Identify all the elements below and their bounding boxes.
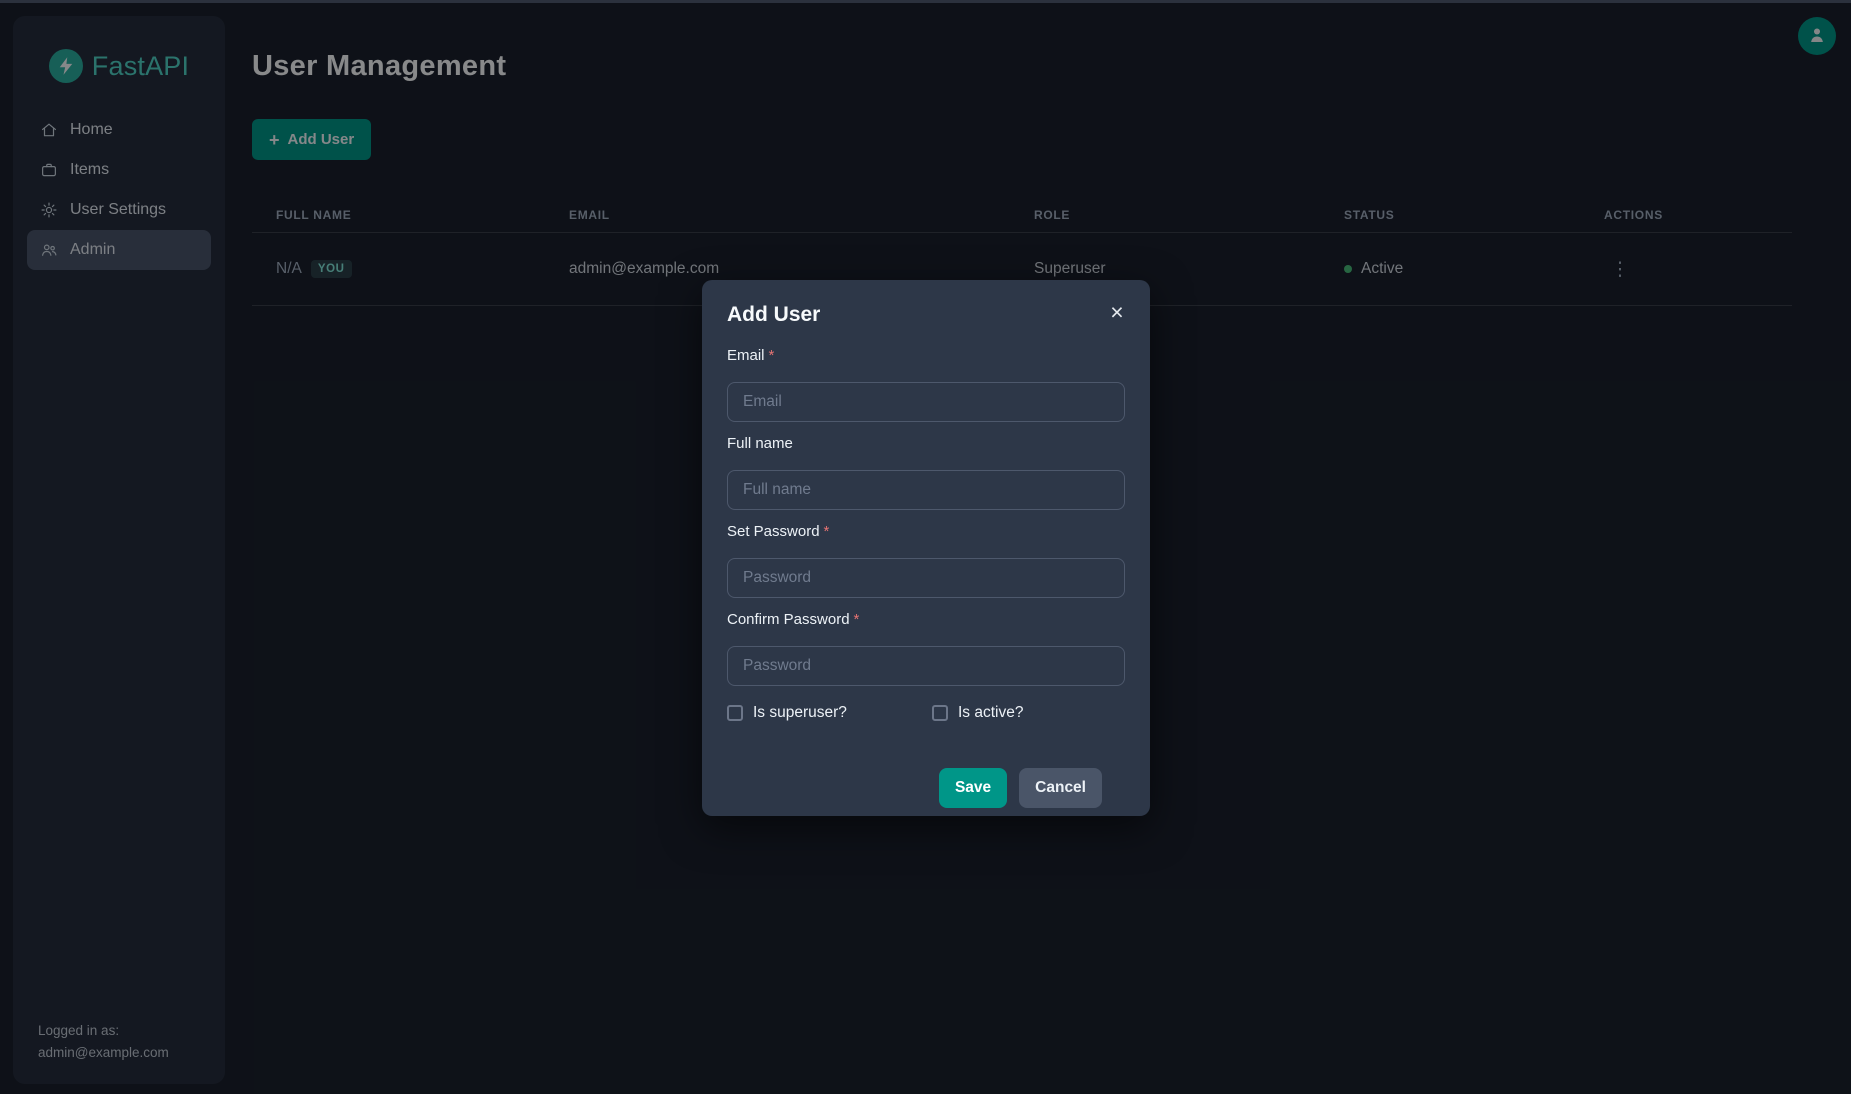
required-marker: * bbox=[824, 523, 830, 540]
required-marker: * bbox=[854, 611, 860, 628]
modal-title: Add User bbox=[727, 302, 1125, 328]
email-label-text: Email bbox=[727, 347, 765, 364]
checkbox-icon bbox=[727, 705, 743, 721]
set-password-label-text: Set Password bbox=[727, 523, 820, 540]
close-icon[interactable]: × bbox=[1101, 296, 1133, 328]
confirm-password-label-text: Confirm Password bbox=[727, 611, 850, 628]
cancel-button[interactable]: Cancel bbox=[1019, 768, 1102, 808]
checkbox-icon bbox=[932, 705, 948, 721]
confirm-password-field-label: Confirm Password* bbox=[727, 610, 1125, 630]
modal-footer: Save Cancel bbox=[727, 768, 1102, 808]
is-superuser-checkbox[interactable]: Is superuser? bbox=[727, 704, 932, 722]
required-marker: * bbox=[769, 347, 775, 364]
set-password-field[interactable] bbox=[727, 558, 1125, 598]
add-user-modal: Add User × Email* Full name Set Password… bbox=[702, 280, 1150, 816]
full-name-field[interactable] bbox=[727, 470, 1125, 510]
save-button[interactable]: Save bbox=[939, 768, 1007, 808]
confirm-password-field[interactable] bbox=[727, 646, 1125, 686]
email-field[interactable] bbox=[727, 382, 1125, 422]
email-field-label: Email* bbox=[727, 346, 1125, 366]
set-password-field-label: Set Password* bbox=[727, 522, 1125, 542]
checkbox-row: Is superuser? Is active? bbox=[727, 704, 1125, 722]
is-superuser-label: Is superuser? bbox=[753, 704, 847, 722]
full-name-label-text: Full name bbox=[727, 435, 793, 452]
is-active-label: Is active? bbox=[958, 704, 1023, 722]
is-active-checkbox[interactable]: Is active? bbox=[932, 704, 1023, 722]
full-name-field-label: Full name bbox=[727, 434, 1125, 454]
add-user-form: Email* Full name Set Password* Confirm P… bbox=[727, 346, 1125, 808]
